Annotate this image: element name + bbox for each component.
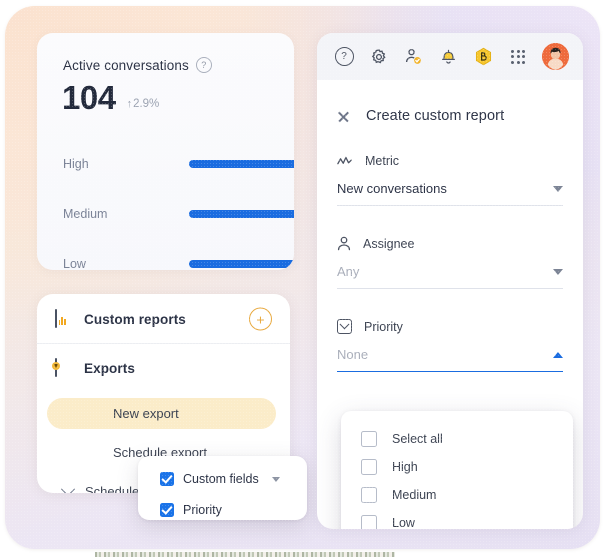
chevron-down-icon[interactable] [553, 185, 563, 192]
sidebar-item-new-export[interactable]: New export [37, 396, 290, 431]
sidebar-item-label: Schedules [85, 484, 146, 493]
bar-label: Medium [63, 207, 108, 221]
option-label: Select all [392, 432, 443, 446]
panel-body: Create custom report Metric New conversa… [317, 80, 583, 529]
bell-icon[interactable] [437, 46, 459, 68]
bar-row-medium: Medium [37, 205, 294, 223]
help-circle-icon[interactable]: ? [333, 46, 355, 68]
metric-value: 104 [62, 79, 116, 116]
option-low[interactable]: Low [341, 509, 573, 529]
field-priority: Priority None [337, 319, 563, 372]
chevron-down-icon[interactable] [271, 476, 280, 482]
trend-line-icon [337, 156, 352, 164]
sidebar-item-exports[interactable]: Exports [37, 344, 290, 392]
chevron-up-icon[interactable] [553, 351, 563, 358]
option-label: Low [392, 516, 415, 529]
assignee-value: Any [337, 264, 360, 279]
option-label: Medium [392, 488, 437, 502]
field-label: Metric [365, 154, 400, 168]
metric-value-row: 104 ↑ 2.9% [62, 81, 159, 114]
field-assignee: Assignee Any [337, 236, 563, 289]
checkbox-unchecked[interactable] [361, 431, 377, 447]
sidebar-item-custom-reports[interactable]: Custom reports + [37, 294, 290, 344]
panel-title-row: Create custom report [337, 80, 563, 124]
popover-item-custom-fields[interactable]: Custom fields [138, 467, 307, 491]
priority-value: None [337, 347, 369, 362]
bar-fill [189, 260, 294, 268]
popover-item-label: Priority [183, 503, 222, 517]
field-label: Assignee [363, 236, 415, 251]
screenshot-root: Active conversations ? 104 ↑ 2.9% High 1… [0, 0, 605, 557]
field-label-row: Assignee [337, 236, 563, 251]
field-metric: Metric New conversations [337, 154, 563, 206]
bar-fill [189, 160, 294, 168]
field-label-row: Priority [337, 319, 563, 334]
apps-grid-icon[interactable] [507, 46, 529, 68]
priority-dropdown: Select all High Medium Low [341, 411, 573, 529]
report-document-icon [55, 309, 73, 328]
option-high[interactable]: High [341, 453, 573, 481]
checkbox-unchecked[interactable] [361, 487, 377, 503]
metric-value: New conversations [337, 181, 447, 196]
bar-row-low: Low [37, 255, 294, 270]
bar-label: High [63, 157, 89, 171]
person-check-icon[interactable] [403, 46, 425, 68]
card-title-row: Active conversations ? [63, 57, 212, 73]
option-label: High [392, 460, 418, 474]
add-report-button[interactable]: + [249, 307, 272, 331]
panel-toolbar: ? [317, 33, 583, 80]
sidebar-item-label: New export [113, 406, 179, 421]
metric-select[interactable]: New conversations [337, 181, 563, 206]
active-conversations-card: Active conversations ? 104 ↑ 2.9% High 1… [37, 33, 294, 270]
checkbox-unchecked[interactable] [361, 515, 377, 529]
bar-row-high: High 12 [37, 155, 294, 173]
bar-fill [189, 210, 294, 218]
create-report-panel: ? Create custom report Metric New conver… [317, 33, 583, 529]
priority-options: Select all High Medium Low [341, 411, 573, 529]
chevron-down-icon [60, 481, 76, 493]
option-medium[interactable]: Medium [341, 481, 573, 509]
assignee-select[interactable]: Any [337, 264, 563, 289]
option-select-all[interactable]: Select all [341, 425, 573, 453]
metric-delta: ↑ 2.9% [127, 98, 160, 114]
bar-label: Low [63, 257, 86, 270]
checkbox-checked[interactable] [160, 503, 174, 517]
trend-up-icon: ↑ [126, 97, 133, 110]
fields-popover: Custom fields Priority [138, 456, 307, 520]
popover-item-priority[interactable]: Priority [138, 498, 307, 522]
panel-title: Create custom report [366, 108, 505, 124]
hexagon-badge-icon[interactable] [472, 46, 494, 68]
priority-select-icon [337, 319, 352, 334]
checkbox-unchecked[interactable] [361, 459, 377, 475]
popover-item-label: Custom fields [183, 472, 259, 486]
gear-icon[interactable] [368, 46, 390, 68]
sidebar-item-label: Custom reports [84, 311, 186, 327]
metric-delta-value: 2.9% [133, 98, 160, 110]
field-label: Priority [364, 319, 403, 334]
checkbox-checked[interactable] [160, 472, 174, 486]
chevron-down-icon[interactable] [553, 268, 563, 275]
sidebar-item-label: Exports [84, 360, 135, 376]
page-title: Active conversations [63, 57, 189, 73]
avatar[interactable] [541, 43, 569, 70]
help-circle-icon[interactable]: ? [195, 57, 212, 73]
bottom-artifact-band [95, 552, 395, 557]
close-icon[interactable] [337, 110, 350, 123]
export-document-icon [52, 358, 73, 377]
person-icon [337, 236, 351, 251]
priority-select[interactable]: None [337, 347, 563, 372]
field-label-row: Metric [337, 154, 563, 168]
gradient-canvas: Active conversations ? 104 ↑ 2.9% High 1… [5, 6, 600, 549]
